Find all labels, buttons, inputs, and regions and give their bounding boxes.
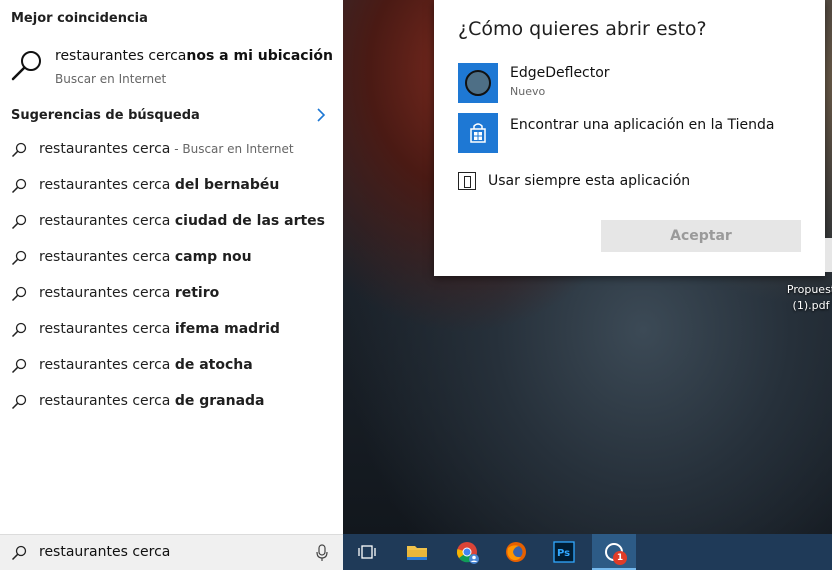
suggestion-item[interactable]: restaurantes cerca de granada	[0, 384, 343, 420]
taskbar-search-box	[0, 534, 343, 570]
suggestion-list: restaurantes cerca - Buscar en Internet …	[0, 132, 343, 420]
app-option-store[interactable]: Encontrar una aplicación en la Tienda	[458, 113, 808, 153]
notification-badge: 1	[613, 551, 627, 565]
suggestion-text: restaurantes cerca ciudad de las artes	[39, 213, 325, 229]
search-icon	[11, 394, 27, 410]
suggestion-item[interactable]: restaurantes cerca camp nou	[0, 240, 343, 276]
search-icon	[11, 322, 27, 338]
search-icon	[11, 142, 27, 158]
suggestion-item[interactable]: restaurantes cerca de atocha	[0, 348, 343, 384]
best-match-subtitle: Buscar en Internet	[55, 72, 167, 86]
best-match-result[interactable]: restaurantes cercanos a mi ubicación Bus…	[0, 37, 343, 95]
file-explorer-icon	[407, 546, 427, 560]
photoshop-icon: Ps	[553, 541, 575, 563]
photoshop-button[interactable]: Ps	[542, 534, 586, 570]
window-edge	[825, 238, 832, 272]
microphone-icon[interactable]	[315, 544, 329, 562]
app-option-name: Encontrar una aplicación en la Tienda	[510, 117, 775, 133]
accept-button[interactable]: Aceptar	[601, 220, 801, 252]
suggestions-heading: Sugerencias de búsqueda	[11, 108, 200, 123]
chevron-right-icon[interactable]	[313, 107, 329, 123]
best-match-title: restaurantes cercanos a mi ubicación	[55, 48, 333, 64]
search-icon	[11, 250, 27, 266]
firefox-button[interactable]	[494, 534, 538, 570]
search-icon	[11, 51, 41, 81]
svg-text:Ps: Ps	[557, 548, 570, 559]
firefox-icon	[506, 542, 526, 562]
chrome-button[interactable]	[445, 534, 489, 570]
suggestion-text: restaurantes cerca - Buscar en Internet	[39, 141, 294, 157]
suggestion-item[interactable]: restaurantes cerca ifema madrid	[0, 312, 343, 348]
always-use-label: Usar siempre esta aplicación	[488, 173, 691, 189]
task-view-button[interactable]	[345, 534, 389, 570]
suggestion-item[interactable]: restaurantes cerca ciudad de las artes	[0, 204, 343, 240]
desktop-pdf-file[interactable]: Propuest (1).pdf	[786, 282, 832, 314]
chrome-icon	[457, 542, 479, 564]
suggestion-text: restaurantes cerca camp nou	[39, 249, 252, 265]
search-icon	[11, 545, 27, 561]
app-option-note: Nuevo	[510, 85, 546, 98]
dialog-heading: ¿Cómo quieres abrir esto?	[458, 18, 707, 40]
suggestion-text: restaurantes cerca de atocha	[39, 357, 253, 373]
app-option-edgedeflector[interactable]: EdgeDeflector Nuevo	[458, 63, 808, 103]
task-view-icon	[358, 545, 376, 559]
search-results-panel: Mejor coincidencia restaurantes cercanos…	[0, 0, 343, 534]
search-icon	[11, 214, 27, 230]
suggestion-item[interactable]: restaurantes cerca retiro	[0, 276, 343, 312]
search-icon	[11, 178, 27, 194]
suggestion-text: restaurantes cerca ifema madrid	[39, 321, 280, 337]
suggestion-text: restaurantes cerca de granada	[39, 393, 265, 409]
search-icon	[11, 286, 27, 302]
always-use-checkbox[interactable]	[458, 172, 476, 190]
edgedeflector-icon	[458, 63, 498, 103]
desktop-file-label-line2: (1).pdf	[792, 299, 830, 312]
always-use-option[interactable]: Usar siempre esta aplicación	[458, 172, 778, 192]
desktop-file-label-line1: Propuest	[786, 283, 832, 296]
cortana-button[interactable]	[592, 534, 636, 570]
store-icon	[458, 113, 498, 153]
suggestion-text: restaurantes cerca del bernabéu	[39, 177, 280, 193]
best-match-heading: Mejor coincidencia	[11, 11, 148, 26]
search-icon	[11, 358, 27, 374]
file-explorer-button[interactable]	[395, 534, 439, 570]
open-with-dialog: ¿Cómo quieres abrir esto? EdgeDeflector …	[434, 0, 825, 276]
search-input[interactable]	[39, 542, 299, 562]
suggestion-item[interactable]: restaurantes cerca del bernabéu	[0, 168, 343, 204]
suggestion-item[interactable]: restaurantes cerca - Buscar en Internet	[0, 132, 343, 168]
suggestion-text: restaurantes cerca retiro	[39, 285, 220, 301]
app-option-name: EdgeDeflector	[510, 65, 610, 81]
taskbar: Ps 1	[343, 534, 832, 570]
